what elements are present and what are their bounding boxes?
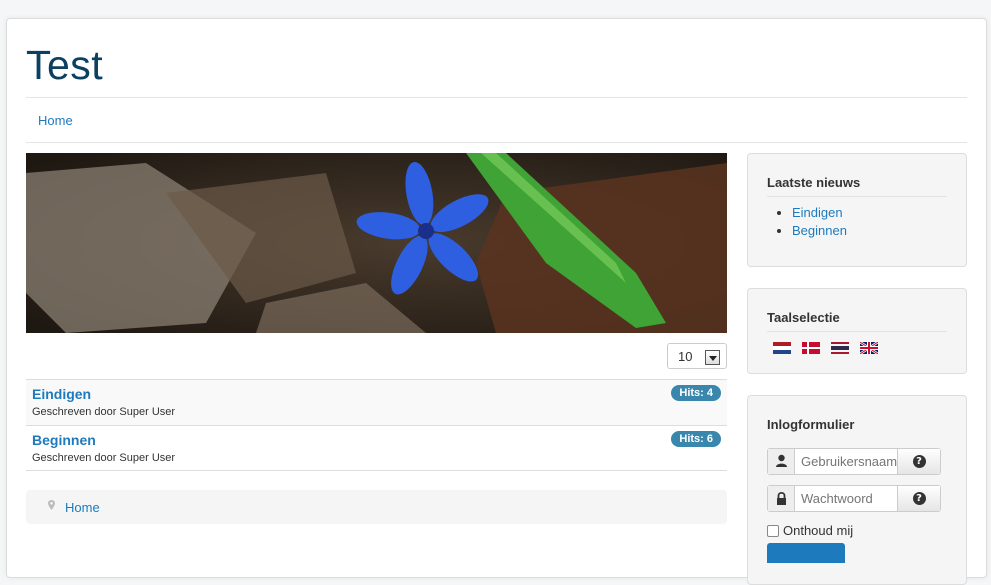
flower-image: [26, 153, 727, 333]
news-list: Eindigen Beginnen: [792, 205, 966, 238]
module-title: Laatste nieuws: [767, 175, 947, 197]
list-limit-select[interactable]: 10: [667, 343, 727, 369]
login-module: Inlogformulier ? ?: [747, 395, 967, 585]
module-title: Taalselectie: [767, 310, 947, 332]
nav-home-link[interactable]: Home: [38, 113, 73, 128]
remember-checkbox[interactable]: [767, 524, 779, 537]
hits-badge: Hits: 4: [671, 385, 721, 401]
language-module: Taalselectie: [747, 288, 967, 374]
username-input[interactable]: [795, 449, 897, 474]
module-title: Inlogformulier: [767, 417, 855, 432]
divider: [26, 97, 967, 98]
username-help-button[interactable]: ?: [897, 449, 940, 474]
article-list: Eindigen Geschreven door Super User Hits…: [26, 379, 727, 471]
hits-badge: Hits: 6: [671, 431, 721, 447]
divider: [26, 142, 967, 143]
article-title-link[interactable]: Beginnen: [32, 432, 96, 448]
username-field-group: ?: [767, 448, 941, 475]
page-container: Test Home 10 Eindigen Geschreven door Su…: [6, 18, 987, 585]
password-help-button[interactable]: ?: [897, 486, 940, 511]
lock-icon: [768, 486, 795, 511]
password-field-group: ?: [767, 485, 941, 512]
gb-flag-icon[interactable]: [860, 342, 878, 354]
article-author: Geschreven door Super User: [32, 452, 176, 464]
list-limit-value: 10: [678, 349, 693, 364]
remember-me: Onthoud mij: [767, 523, 966, 538]
location-pin-icon: [48, 500, 55, 510]
chevron-down-icon[interactable]: [705, 350, 720, 365]
hero-image: [26, 153, 727, 333]
site-title[interactable]: Test: [26, 42, 103, 89]
remember-label[interactable]: Onthoud mij: [783, 523, 853, 538]
breadcrumb: Home: [26, 490, 727, 524]
table-row: Eindigen Geschreven door Super User Hits…: [26, 379, 727, 425]
question-icon: ?: [912, 492, 926, 505]
news-link[interactable]: Beginnen: [792, 223, 847, 238]
user-icon: [768, 449, 795, 474]
password-input[interactable]: [795, 486, 897, 511]
article-title-link[interactable]: Eindigen: [32, 386, 91, 402]
article-author: Geschreven door Super User: [32, 406, 176, 418]
news-link[interactable]: Eindigen: [792, 205, 843, 220]
dk-flag-icon[interactable]: [802, 342, 820, 354]
question-icon: ?: [912, 455, 926, 468]
table-row: Beginnen Geschreven door Super User Hits…: [26, 425, 727, 471]
list-item: Beginnen: [792, 223, 966, 238]
language-flags: [773, 342, 966, 354]
breadcrumb-home-link[interactable]: Home: [65, 500, 100, 515]
nl-flag-icon[interactable]: [773, 342, 791, 354]
list-item: Eindigen: [792, 205, 966, 220]
th-flag-icon[interactable]: [831, 342, 849, 354]
login-button[interactable]: [767, 543, 845, 563]
latest-news-module: Laatste nieuws Eindigen Beginnen: [747, 153, 967, 267]
